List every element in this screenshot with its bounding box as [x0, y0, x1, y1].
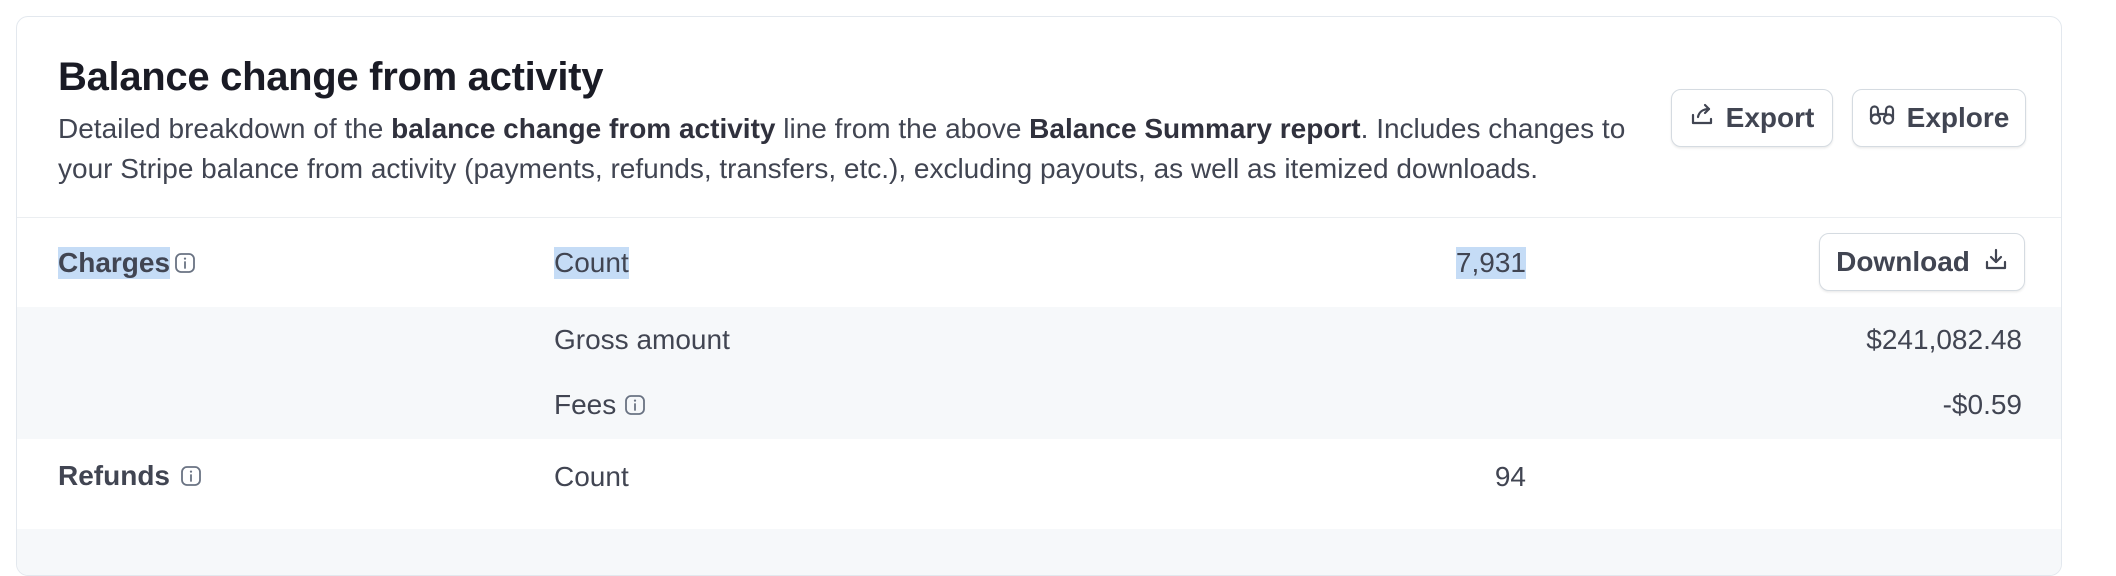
card-description: Detailed breakdown of the balance change… [58, 109, 1668, 189]
refunds-section-label: Refunds [58, 456, 202, 496]
export-button[interactable]: Export [1671, 89, 1833, 147]
export-label: Export [1725, 102, 1815, 133]
charges-label: Charges [58, 247, 171, 279]
charges-count-value: 7,931 [1455, 243, 1526, 283]
info-icon[interactable] [180, 465, 202, 487]
gross-amount-value: $241,082.48 [1866, 324, 2022, 355]
download-label: Download [1836, 246, 1970, 277]
charges-section-label: Charges [58, 243, 196, 283]
charges-fees-row: Fees -$0.59 [17, 373, 2061, 439]
next-row [17, 529, 2061, 575]
fees-value: -$0.59 [1942, 389, 2022, 420]
explore-label: Explore [1906, 102, 2010, 133]
balance-change-card: Balance change from activity Detailed br… [16, 16, 2062, 576]
download-icon [1984, 246, 2008, 278]
info-icon[interactable] [624, 394, 646, 416]
count-label-text: Count [554, 247, 629, 279]
refunds-count-label: Count [554, 461, 629, 492]
charges-gross-row: Gross amount $241,082.48 [17, 307, 2061, 373]
charges-count-label: Count [554, 243, 629, 283]
charges-count-row: Charges Count 7,931 Download [17, 218, 2061, 307]
refunds-label: Refunds [58, 460, 170, 491]
description-bold-1: balance change from activity [391, 113, 776, 144]
gross-amount-label: Gross amount [554, 324, 730, 355]
refunds-count-row: Refunds Count 94 [17, 439, 2061, 529]
export-icon [1690, 102, 1714, 134]
info-icon[interactable] [174, 252, 196, 274]
fees-label-cell: Fees [554, 385, 646, 425]
page-title: Balance change from activity [58, 55, 604, 99]
description-text-2: line from the above [775, 113, 1030, 144]
card-header: Balance change from activity Detailed br… [17, 17, 2061, 218]
refunds-count-value: 94 [1494, 461, 1526, 492]
count-value-text: 7,931 [1455, 247, 1526, 279]
download-button[interactable]: Download [1819, 233, 2025, 291]
description-bold-2: Balance Summary report [1029, 113, 1361, 144]
fees-label: Fees [554, 389, 617, 420]
binoculars-icon [1869, 102, 1895, 134]
description-text-1: Detailed breakdown of the [58, 113, 392, 144]
explore-button[interactable]: Explore [1852, 89, 2026, 147]
